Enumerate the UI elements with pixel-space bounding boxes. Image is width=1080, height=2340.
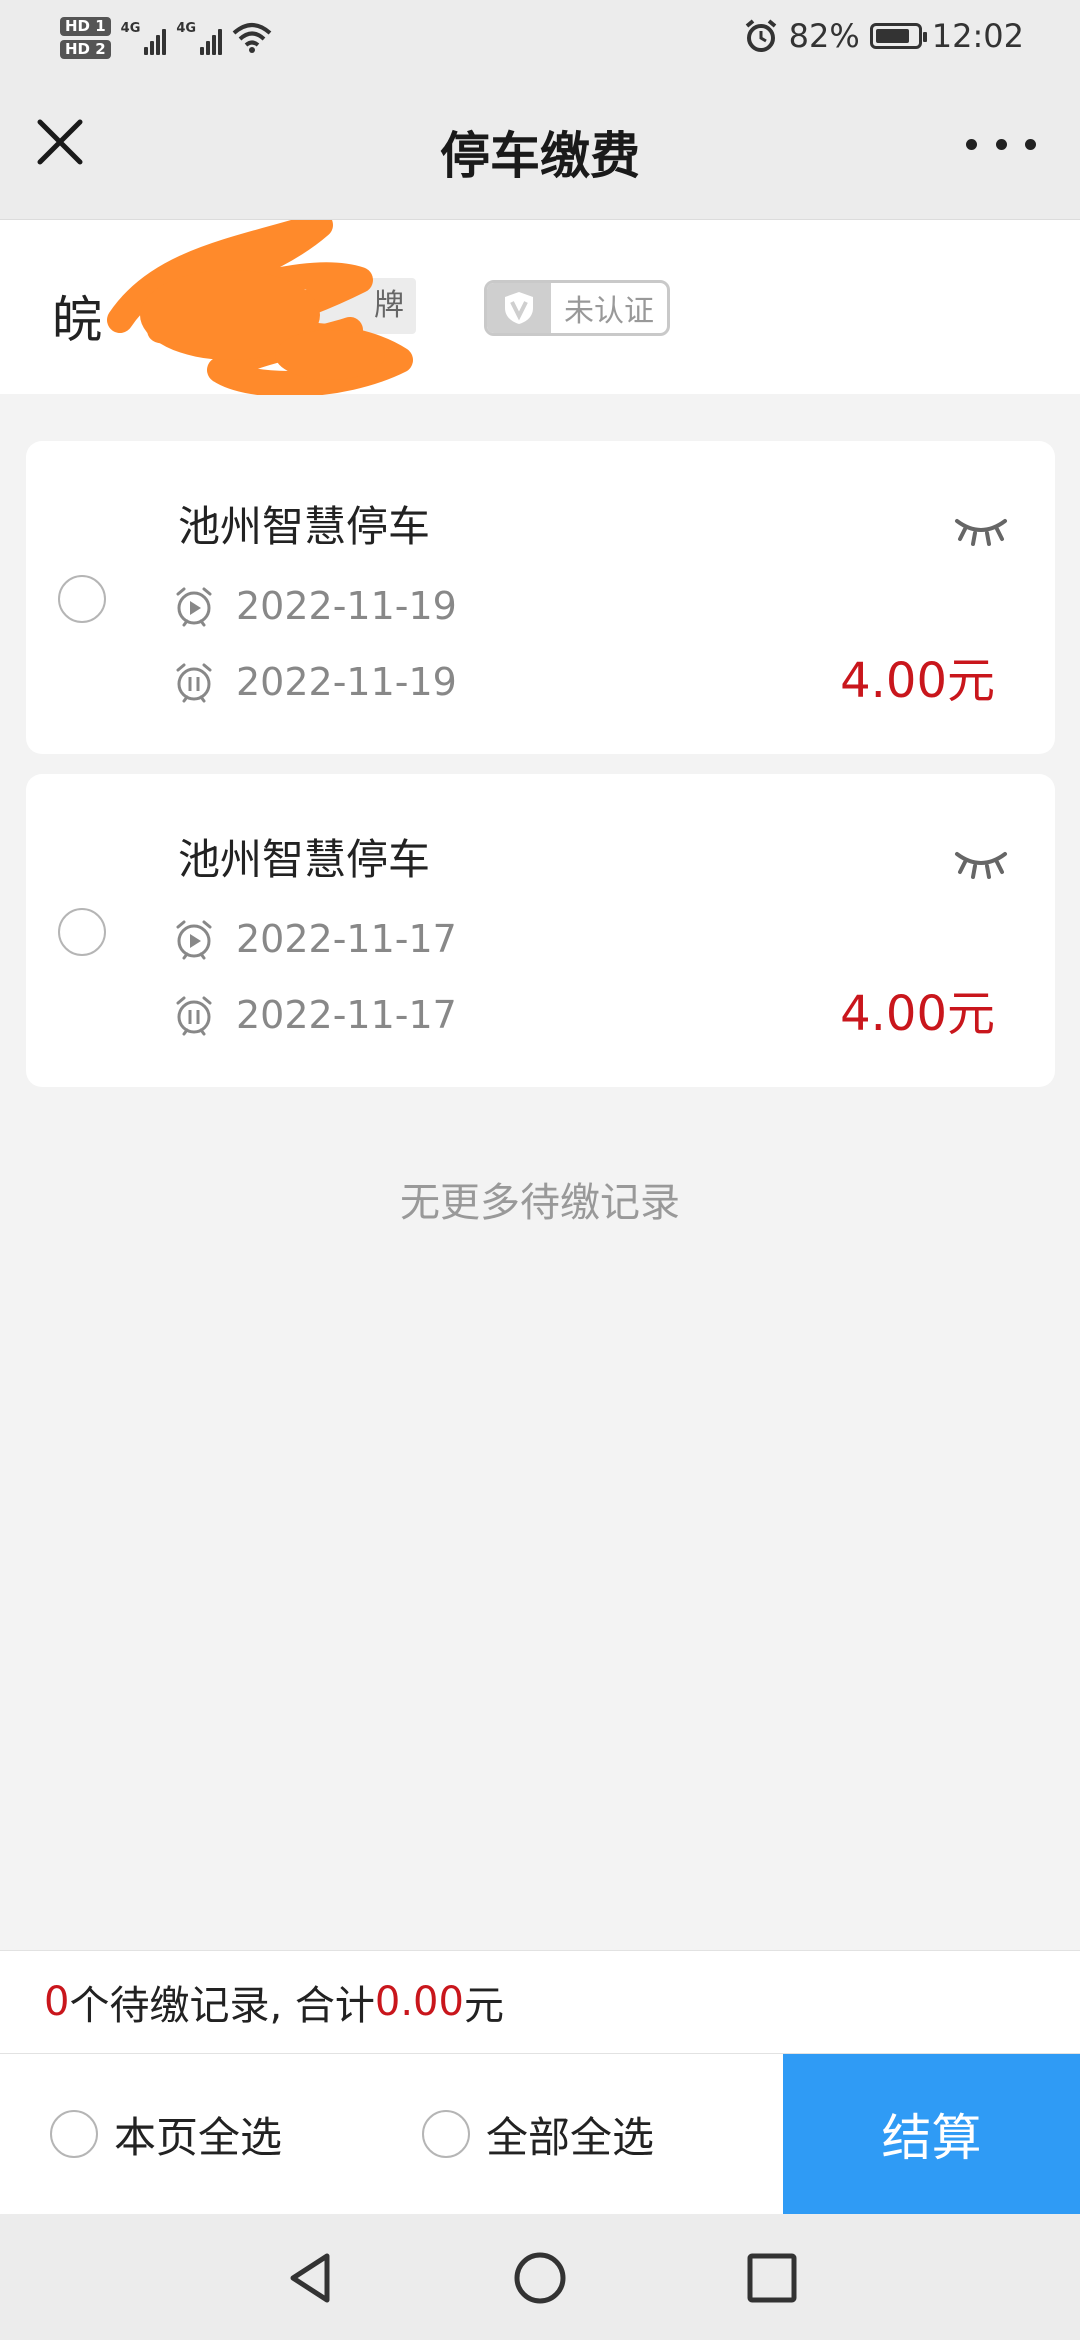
- record-amount: 4.00元: [840, 986, 995, 1042]
- status-right: 82% 12:02: [743, 14, 1024, 58]
- alarm-play-icon: [176, 587, 212, 627]
- total-amount: 0.00: [374, 1979, 464, 2025]
- record-end-date: 2022-11-19: [236, 660, 457, 704]
- signal-icon: 4G: [121, 21, 167, 55]
- status-bar: HD 1 HD 2 4G 4G 82% 12:02: [0, 0, 1080, 72]
- alarm-play-icon: [176, 920, 212, 960]
- battery-percent: 82%: [788, 17, 860, 55]
- shield-v-icon: [487, 283, 551, 333]
- record-select-radio[interactable]: [58, 575, 106, 623]
- status-left: HD 1 HD 2 4G 4G: [60, 8, 272, 68]
- clock: 12:02: [931, 17, 1024, 55]
- summary-bar: 0 个待缴记录, 合计 0.00 元: [0, 1950, 1080, 2054]
- sim2-badge: HD 2: [60, 40, 111, 59]
- record-start-row: 2022-11-19: [174, 581, 457, 631]
- sim-indicators: HD 1 HD 2: [60, 17, 111, 59]
- record-end-row: 2022-11-19: [174, 657, 457, 707]
- system-nav-bar: [0, 2214, 1080, 2340]
- nav-bar: 停车缴费: [0, 72, 1080, 220]
- record-end-date: 2022-11-17: [236, 993, 457, 1037]
- recents-icon[interactable]: [744, 2250, 800, 2306]
- record-select-radio[interactable]: [58, 908, 106, 956]
- redaction-scribble: [107, 220, 413, 395]
- wifi-icon: [232, 23, 272, 53]
- select-all-label: 全部全选: [486, 2112, 655, 2162]
- no-more-records: 无更多待缴记录: [400, 1180, 680, 1226]
- alarm-pause-icon: [176, 663, 212, 703]
- eye-closed-icon[interactable]: [953, 846, 1009, 880]
- select-page-option[interactable]: 本页全选: [50, 2104, 282, 2164]
- record-title: 池州智慧停车: [178, 835, 431, 884]
- currency-label: 元: [463, 1983, 504, 2029]
- page-title: 停车缴费: [440, 127, 640, 185]
- pending-count: 0: [44, 1979, 70, 2025]
- plate-header: 牌 皖 未认证: [0, 220, 1080, 395]
- pending-count-suffix: 个待缴记录, 合计: [69, 1983, 375, 2029]
- alarm-icon: [745, 19, 776, 52]
- select-all-option[interactable]: 全部全选: [422, 2104, 654, 2164]
- plate-number: 皖: [52, 291, 102, 349]
- record-start-row: 2022-11-17: [174, 914, 457, 964]
- record-amount: 4.00元: [840, 653, 995, 709]
- certification-badge[interactable]: 未认证: [484, 280, 670, 336]
- back-icon[interactable]: [283, 2250, 339, 2306]
- certification-label: 未认证: [564, 294, 654, 329]
- network1-label: 4G: [120, 21, 141, 36]
- network2-label: 4G: [176, 21, 197, 36]
- record-card[interactable]: 池州智慧停车 2022-11-17 2022-11-17 4.00元: [26, 774, 1055, 1087]
- more-icon[interactable]: [966, 122, 1036, 166]
- select-page-radio[interactable]: [50, 2110, 98, 2158]
- home-icon[interactable]: [512, 2250, 568, 2306]
- record-start-date: 2022-11-19: [236, 584, 457, 628]
- eye-closed-icon[interactable]: [953, 513, 1009, 547]
- alarm-pause-icon: [176, 996, 212, 1036]
- signal-icon: 4G: [176, 21, 223, 55]
- record-card[interactable]: 池州智慧停车 2022-11-19 2022-11-19 4.00元: [26, 441, 1055, 754]
- battery-level: [875, 29, 909, 43]
- action-bar: 本页全选 全部全选 结算: [0, 2054, 1080, 2214]
- select-all-radio[interactable]: [422, 2110, 470, 2158]
- record-title: 池州智慧停车: [178, 502, 431, 551]
- sim1-badge: HD 1: [60, 17, 111, 36]
- record-end-row: 2022-11-17: [174, 990, 457, 1040]
- record-start-date: 2022-11-17: [236, 917, 457, 961]
- select-page-label: 本页全选: [114, 2112, 283, 2162]
- checkout-button[interactable]: 结算: [783, 2054, 1080, 2214]
- battery-icon: [869, 23, 927, 49]
